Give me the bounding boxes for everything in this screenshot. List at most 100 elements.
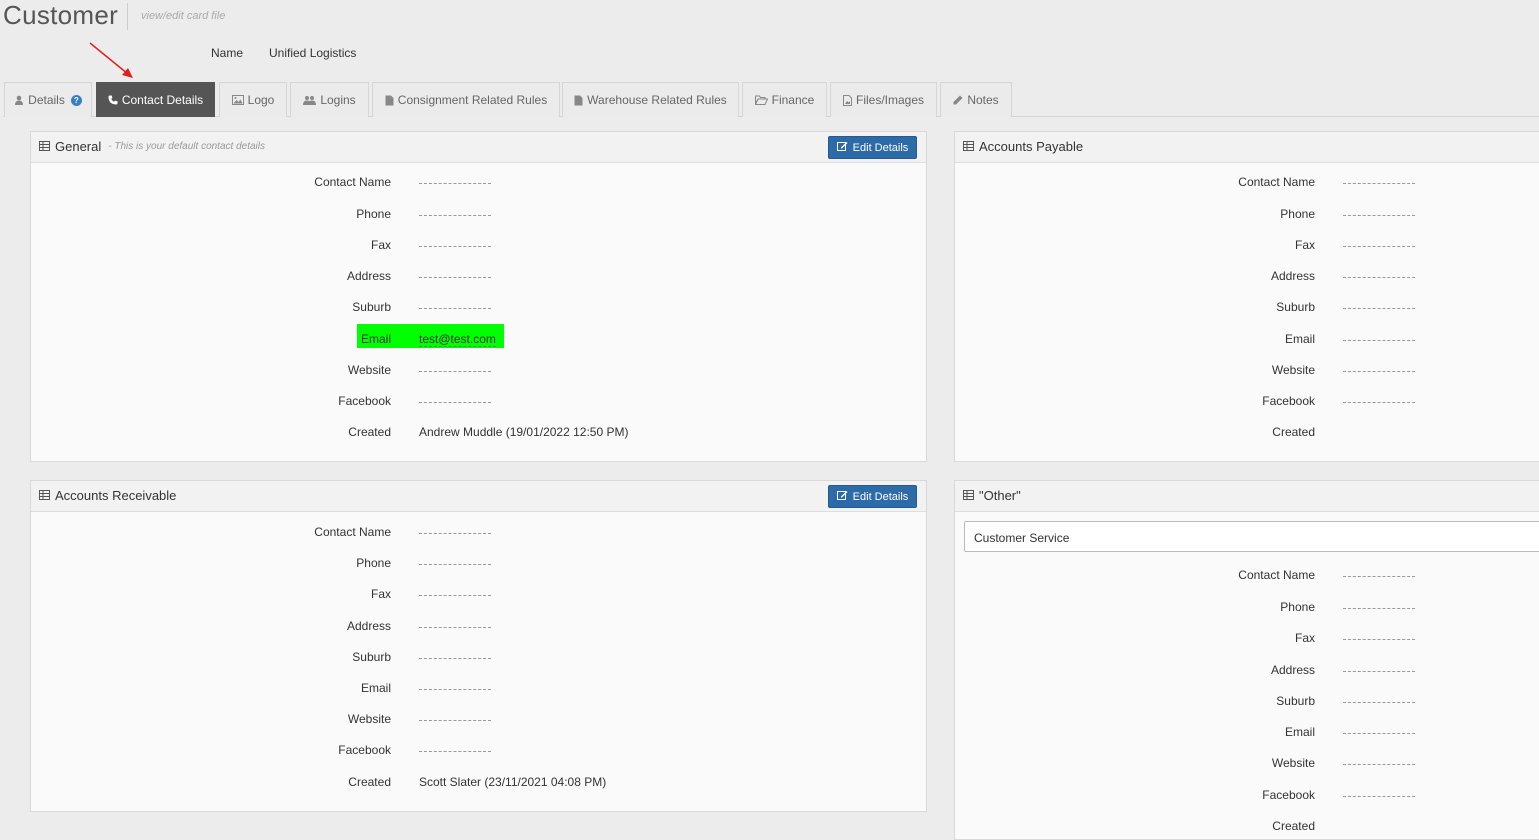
field-fax: Fax: [31, 585, 926, 605]
field-phone: Phone: [955, 598, 1539, 618]
editable-value[interactable]: [419, 277, 491, 278]
panel-header: Accounts Receivable Edit Details: [31, 481, 926, 512]
panel-title: General - This is your default contact d…: [39, 139, 265, 154]
editable-value[interactable]: [1343, 764, 1415, 765]
field-suburb: Suburb: [31, 648, 926, 668]
tab-details[interactable]: Details ?: [4, 82, 92, 117]
tab-bar: Details ? Contact Details Logo Logins Co…: [3, 80, 1539, 117]
editable-value[interactable]: [419, 371, 491, 372]
editable-value[interactable]: [419, 720, 491, 721]
editable-value[interactable]: [419, 215, 491, 216]
file-image-icon: [842, 94, 852, 106]
panel-header: General - This is your default contact d…: [31, 132, 926, 163]
editable-value[interactable]: [1343, 277, 1415, 278]
editable-value[interactable]: [1343, 371, 1415, 372]
field-suburb: Suburb: [31, 298, 926, 318]
tab-label: Details: [28, 93, 65, 107]
edit-icon: [836, 141, 848, 154]
field-facebook: Facebook: [31, 392, 926, 412]
table-icon: [963, 488, 974, 503]
edit-details-button[interactable]: Edit Details: [828, 485, 917, 508]
other-panel: "Other" Customer Service Contact Name Ph…: [954, 480, 1539, 840]
edit-icon: [836, 490, 848, 503]
file-icon: [574, 95, 583, 106]
tab-label: Logins: [320, 93, 356, 107]
editable-value[interactable]: [1343, 183, 1415, 184]
tab-logins[interactable]: Logins: [290, 82, 369, 117]
editable-value[interactable]: [419, 533, 491, 534]
field-contact-name: Contact Name: [31, 173, 926, 193]
field-website: Website: [31, 710, 926, 730]
field-facebook: Facebook: [31, 741, 926, 761]
name-value: Unified Logistics: [269, 46, 357, 60]
field-fax: Fax: [955, 629, 1539, 649]
editable-value[interactable]: [419, 658, 491, 659]
name-label: Name: [211, 46, 244, 60]
editable-value[interactable]: [1343, 608, 1415, 609]
tab-label: Files/Images: [855, 93, 925, 107]
annotation-arrow: [89, 42, 133, 78]
panel-title: "Other": [963, 488, 1021, 503]
panel-note: - This is your default contact details: [108, 141, 265, 152]
tab-label: Finance: [771, 93, 815, 107]
editable-value[interactable]: [1343, 671, 1415, 672]
tab-logo[interactable]: Logo: [219, 82, 287, 117]
editable-value[interactable]: [1343, 340, 1415, 341]
help-icon[interactable]: ?: [70, 94, 82, 106]
editable-value[interactable]: [1343, 639, 1415, 640]
user-icon: [14, 95, 24, 105]
panel-header: "Other": [955, 481, 1539, 512]
field-address: Address: [31, 267, 926, 287]
field-website: Website: [955, 361, 1539, 381]
field-contact-name: Contact Name: [955, 566, 1539, 586]
editable-value[interactable]: [419, 595, 491, 596]
table-icon: [39, 488, 50, 503]
contact-type-select[interactable]: Customer Service: [964, 521, 1539, 552]
email-value[interactable]: test@test.com: [419, 332, 496, 347]
title-divider: [127, 3, 128, 30]
editable-value[interactable]: [419, 308, 491, 309]
phone-icon: [108, 95, 118, 105]
pencil-icon: [953, 95, 963, 105]
tab-label: Warehouse Related Rules: [587, 93, 727, 107]
editable-value[interactable]: [1343, 733, 1415, 734]
edit-details-button[interactable]: Edit Details: [828, 136, 917, 159]
table-icon: [39, 139, 50, 154]
field-fax: Fax: [31, 236, 926, 256]
field-email: Email: [955, 330, 1539, 350]
editable-value[interactable]: [1343, 702, 1415, 703]
editable-value[interactable]: [419, 751, 491, 752]
editable-value[interactable]: [1343, 215, 1415, 216]
field-created: Created Scott Slater (23/11/2021 04:08 PM…: [348, 775, 607, 789]
field-email: Email: [31, 679, 926, 699]
tab-notes[interactable]: Notes: [940, 82, 1012, 117]
created-value: Scott Slater (23/11/2021 04:08 PM): [419, 775, 607, 789]
users-icon: [303, 95, 317, 105]
folder-open-icon: [754, 95, 768, 105]
editable-value[interactable]: [419, 402, 491, 403]
editable-value[interactable]: [419, 689, 491, 690]
editable-value[interactable]: [419, 564, 491, 565]
field-address: Address: [955, 267, 1539, 287]
select-value: Customer Service: [974, 531, 1070, 545]
field-email: Email: [955, 723, 1539, 743]
editable-value[interactable]: [1343, 246, 1415, 247]
field-phone: Phone: [31, 205, 926, 225]
editable-value[interactable]: [1343, 576, 1415, 577]
tab-consignment-rules[interactable]: Consignment Related Rules: [372, 82, 560, 117]
tab-warehouse-rules[interactable]: Warehouse Related Rules: [562, 82, 739, 117]
editable-value[interactable]: [419, 627, 491, 628]
editable-value[interactable]: [1343, 796, 1415, 797]
field-address: Address: [31, 617, 926, 637]
editable-value[interactable]: [419, 246, 491, 247]
created-value: Andrew Muddle (19/01/2022 12:50 PM): [419, 425, 629, 439]
editable-value[interactable]: [1343, 308, 1415, 309]
editable-value[interactable]: [1343, 402, 1415, 403]
panel-title: Accounts Payable: [963, 139, 1083, 154]
editable-value[interactable]: [419, 183, 491, 184]
page-subtitle: view/edit card file: [141, 10, 226, 22]
tab-finance[interactable]: Finance: [742, 82, 827, 117]
general-panel: General - This is your default contact d…: [30, 131, 927, 462]
tab-contact-details[interactable]: Contact Details: [96, 82, 215, 117]
tab-files-images[interactable]: Files/Images: [830, 82, 937, 117]
